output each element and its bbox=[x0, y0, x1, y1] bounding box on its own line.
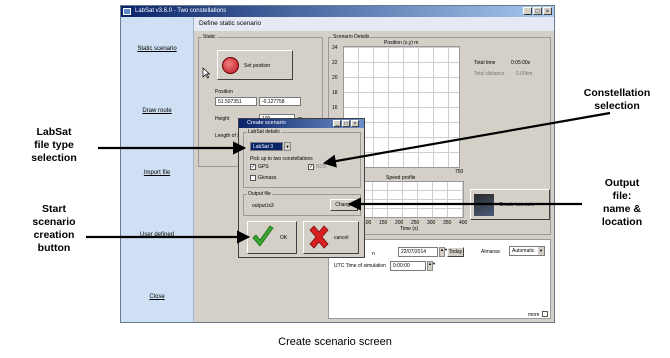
figure-caption: Create scenario screen bbox=[278, 336, 392, 348]
callout-arrows bbox=[86, 111, 611, 244]
arrow-constellation bbox=[322, 111, 611, 168]
